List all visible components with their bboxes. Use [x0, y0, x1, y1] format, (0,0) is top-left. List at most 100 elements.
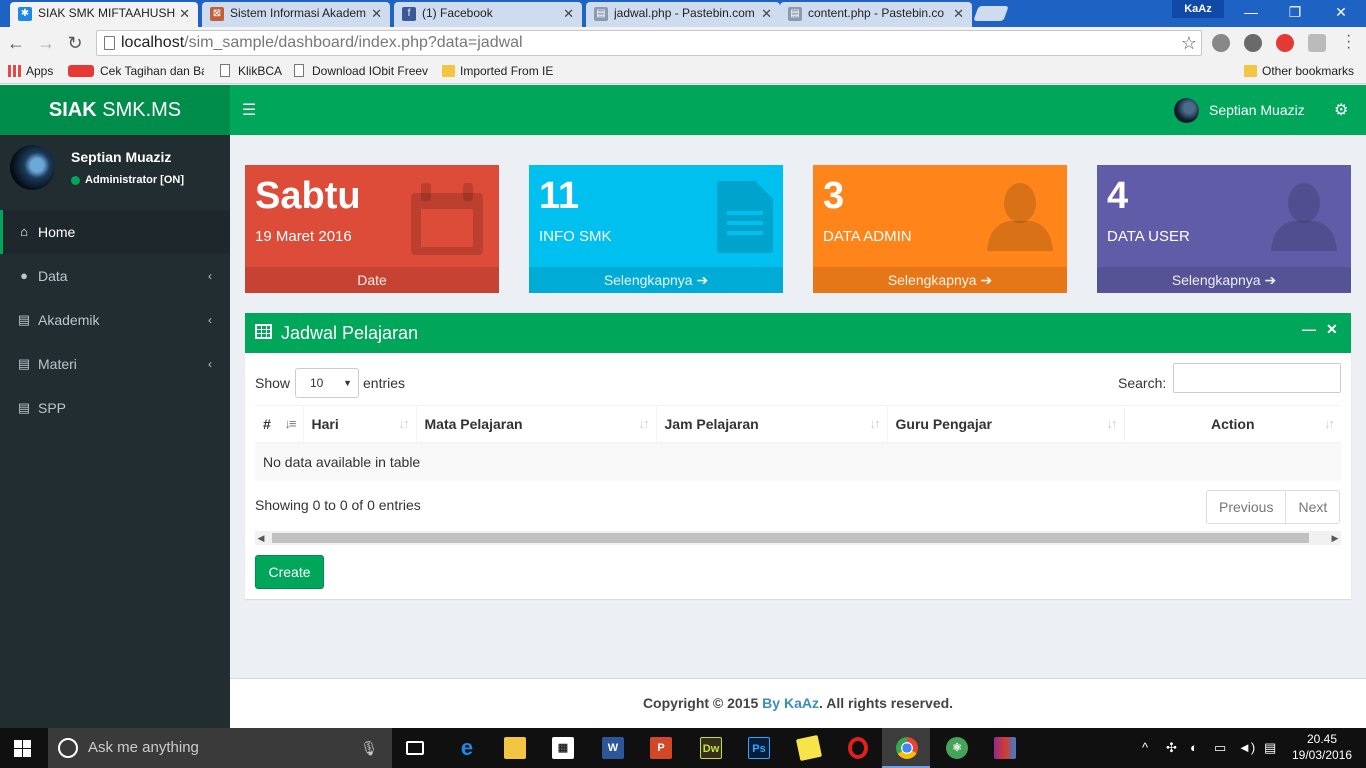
arrow-circle-right-icon: ➔ — [1264, 272, 1277, 288]
battery-icon[interactable]: ▭ — [1214, 728, 1226, 768]
browser-tab-siak[interactable]: ✱ SIAK SMK MIFTAAHUSH S ✕ — [10, 2, 198, 27]
windows-start-icon[interactable] — [14, 740, 31, 757]
taskbar-sticky-notes[interactable] — [784, 728, 832, 768]
page-size-select[interactable]: 10 ▼ — [295, 368, 359, 398]
search-input[interactable] — [1173, 363, 1341, 393]
task-view-button[interactable] — [392, 728, 440, 768]
chrome-menu-icon[interactable]: · · · — [1346, 28, 1351, 56]
more-info-label: Selengkapnya — [1171, 272, 1261, 288]
rights-text: . All rights reserved. — [818, 695, 954, 711]
taskbar-dreamweaver[interactable]: Dw — [686, 728, 734, 768]
column-header-action[interactable]: Action ↓↑ — [1124, 405, 1341, 444]
close-tab-icon[interactable]: ✕ — [761, 2, 772, 25]
volume-icon[interactable]: ◄) — [1238, 728, 1255, 768]
extension-block-icon[interactable] — [1276, 34, 1294, 52]
sort-icon: ↓↑ — [869, 416, 881, 431]
taskbar-opera[interactable] — [834, 728, 882, 768]
bookmarks-bar: Apps Cek Tagihan dan Ba KlikBCA Download… — [0, 59, 1366, 84]
sidebar-item-home[interactable]: ⌂ Home — [0, 210, 230, 254]
reload-icon[interactable]: ↻ — [63, 31, 87, 55]
more-info-link[interactable]: Selengkapnya ➔ — [529, 267, 783, 293]
sidebar-item-label: Materi — [38, 356, 77, 372]
close-window-icon[interactable]: ✕ — [1318, 0, 1364, 24]
forward-arrow-icon[interactable]: → — [34, 31, 58, 55]
bookmark-download-iobit[interactable]: Download IObit Freev — [294, 63, 428, 79]
column-header-mata-pelajaran[interactable]: Mata Pelajaran ↓↑ — [416, 405, 657, 444]
scroll-right-icon[interactable]: ▶ — [1329, 531, 1341, 545]
sidebar-item-data[interactable]: ● Data ‹ — [0, 254, 230, 298]
browser-tab-content-pastebin[interactable]: ▤ content.php - Pastebin.co ✕ — [780, 2, 972, 27]
more-info-link[interactable]: Selengkapnya ➔ — [813, 267, 1067, 293]
close-tab-icon[interactable]: ✕ — [563, 2, 574, 25]
folder-icon — [1244, 65, 1257, 77]
more-info-link[interactable]: Selengkapnya ➔ — [1097, 267, 1351, 293]
column-header-jam-pelajaran[interactable]: Jam Pelajaran ↓↑ — [656, 405, 888, 444]
gears-icon[interactable]: ⚙ — [1334, 100, 1348, 120]
previous-button[interactable]: Previous — [1207, 491, 1285, 523]
restore-window-icon[interactable]: ❐ — [1272, 0, 1318, 24]
column-header-hari[interactable]: Hari ↓↑ — [303, 405, 417, 444]
document-icon — [717, 181, 773, 253]
bookmark-other[interactable]: Other bookmarks — [1244, 63, 1354, 79]
close-tab-icon[interactable]: ✕ — [371, 2, 382, 25]
close-tab-icon[interactable]: ✕ — [953, 2, 964, 25]
extension-globe-icon[interactable] — [1212, 34, 1230, 52]
back-arrow-icon[interactable]: ← — [4, 31, 28, 55]
browser-tab-facebook[interactable]: f (1) Facebook ✕ — [394, 2, 582, 27]
scrollbar-thumb[interactable] — [272, 533, 1309, 543]
scroll-left-icon[interactable]: ◀ — [255, 531, 267, 545]
clock-date: 19/03/2016 — [1291, 748, 1353, 762]
taskbar-word[interactable]: W — [588, 728, 636, 768]
taskbar-powerpoint[interactable]: P — [636, 728, 684, 768]
taskbar-edge[interactable]: e — [442, 728, 490, 768]
bookmark-klikbca[interactable]: KlikBCA — [220, 63, 282, 79]
horizontal-scrollbar[interactable]: ◀ ▶ — [255, 531, 1341, 545]
avatar — [10, 145, 55, 190]
column-header-number[interactable]: # ↓≡ — [255, 405, 304, 444]
sidebar-item-materi[interactable]: ▤ Materi ‹ — [0, 342, 230, 386]
page-icon — [294, 64, 304, 77]
browser-tab-jadwal-pastebin[interactable]: ▤ jadwal.php - Pastebin.com ✕ — [586, 2, 780, 27]
column-header-guru-pengajar[interactable]: Guru Pengajar ↓↑ — [887, 405, 1125, 444]
bookmark-cek-tagihan[interactable]: Cek Tagihan dan Ba — [68, 63, 204, 79]
show-hidden-icons-icon[interactable]: ^ — [1142, 728, 1148, 768]
microphone-icon[interactable]: 🎙 — [360, 728, 378, 768]
taskbar-atom[interactable]: ⚛ — [932, 728, 980, 768]
browser-tab-sistem-informasi[interactable]: ⊠ Sistem Informasi Akadem ✕ — [202, 2, 390, 27]
stat-value: 11 — [539, 175, 580, 217]
cortana-search-box[interactable]: Ask me anything 🎙 — [48, 728, 392, 768]
next-button[interactable]: Next — [1285, 491, 1339, 523]
chevron-left-icon: ‹ — [208, 313, 212, 327]
hamburger-menu-icon[interactable]: ☰ — [242, 100, 260, 120]
close-panel-icon[interactable]: ✕ — [1326, 321, 1338, 338]
minimize-panel-icon[interactable]: — — [1302, 321, 1316, 337]
bookmark-imported-from-ie[interactable]: Imported From IE — [442, 63, 553, 79]
taskbar-file-explorer[interactable] — [490, 728, 538, 768]
new-tab-button[interactable] — [973, 6, 1009, 21]
close-tab-icon[interactable]: ✕ — [179, 2, 190, 25]
extension-sphere-icon[interactable] — [1244, 34, 1262, 52]
address-bar[interactable]: localhost/sim_sample/dashboard/index.php… — [96, 30, 1202, 56]
system-clock[interactable]: 20.45 19/03/2016 — [1290, 731, 1354, 763]
dropbox-icon[interactable]: ✣ — [1166, 728, 1177, 768]
taskbar-chrome[interactable] — [882, 728, 930, 768]
sidebar-item-spp[interactable]: ▤ SPP — [0, 386, 230, 430]
network-icon[interactable]: ◐ — [1190, 728, 1198, 768]
taskbar-store[interactable]: ▦ — [538, 728, 586, 768]
bookmark-star-icon[interactable]: ☆ — [1181, 31, 1197, 55]
taskbar-winrar[interactable] — [980, 728, 1028, 768]
create-button[interactable]: Create — [255, 555, 324, 589]
sidebar-item-akademik[interactable]: ▤ Akademik ‹ — [0, 298, 230, 342]
header-user-menu[interactable]: Septian Muaziz — [1174, 98, 1305, 123]
bookmark-apps[interactable]: Apps — [8, 63, 53, 79]
app-logo[interactable]: SIAK SMK.MS — [0, 85, 230, 135]
chrome-profile-badge[interactable]: KaAz — [1172, 0, 1224, 18]
task-view-icon — [406, 741, 424, 755]
extension-shield-icon[interactable] — [1308, 34, 1326, 52]
taskbar-photoshop[interactable]: Ps — [734, 728, 782, 768]
entries-label: entries — [363, 375, 406, 391]
author-link[interactable]: By KaAz — [762, 695, 819, 711]
minimize-window-icon[interactable]: — — [1228, 0, 1274, 24]
action-center-icon[interactable]: ▤ — [1264, 728, 1276, 768]
word-icon: W — [602, 737, 624, 759]
